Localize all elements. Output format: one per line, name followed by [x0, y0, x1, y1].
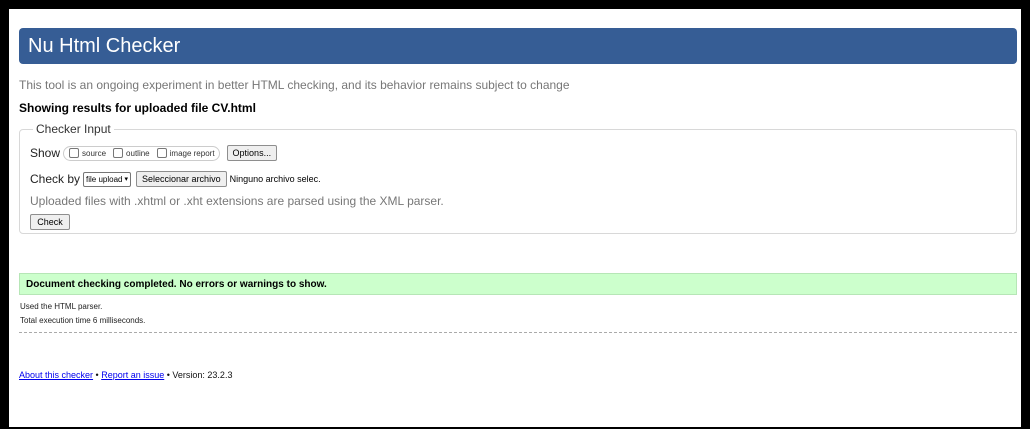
results-heading: Showing results for uploaded file CV.htm…: [19, 101, 256, 115]
intro-text: This tool is an ongoing experiment in be…: [19, 78, 570, 92]
footer: About this checker • Report an issue • V…: [19, 370, 1017, 380]
check-button[interactable]: Check: [30, 214, 70, 230]
window-frame-top: [0, 0, 1030, 9]
success-message: Document checking completed. No errors o…: [19, 273, 1017, 295]
xml-parser-note: Uploaded files with .xhtml or .xht exten…: [30, 194, 444, 208]
options-button[interactable]: Options...: [226, 145, 278, 161]
show-outline-checkbox[interactable]: [113, 148, 124, 158]
execution-time: Total execution time 6 milliseconds.: [20, 316, 146, 325]
file-status-text: Ninguno archivo selec.: [229, 174, 321, 184]
show-outline-option[interactable]: outline: [113, 148, 150, 158]
show-label: Show: [30, 146, 61, 160]
version-text: • Version: 23.2.3: [164, 370, 233, 380]
show-image-report-checkbox[interactable]: [156, 148, 167, 158]
window-frame-left: [0, 0, 9, 429]
chevron-down-icon: ▾: [124, 176, 129, 183]
checker-input-fieldset: Checker Input Show source outline image …: [19, 122, 1017, 234]
window-frame-right: [1021, 0, 1030, 429]
show-image-report-label: image report: [169, 148, 215, 158]
check-by-select[interactable]: file upload ▾: [83, 171, 132, 187]
show-source-checkbox[interactable]: [69, 148, 80, 158]
check-by-row: Check by file upload ▾ Seleccionar archi…: [30, 171, 1006, 187]
show-outline-label: outline: [126, 148, 150, 158]
show-options-group: source outline image report: [63, 145, 220, 161]
page-title: Nu Html Checker: [19, 28, 1017, 64]
footer-separator: •: [93, 370, 102, 380]
show-image-report-option[interactable]: image report: [156, 148, 215, 158]
about-checker-link[interactable]: About this checker: [19, 370, 93, 380]
file-select-button[interactable]: Seleccionar archivo: [136, 171, 227, 187]
check-by-label: Check by: [30, 172, 81, 186]
show-row: Show source outline image report Options…: [30, 144, 1006, 162]
show-source-label: source: [82, 148, 107, 158]
report-issue-link[interactable]: Report an issue: [101, 370, 164, 380]
checker-input-legend: Checker Input: [36, 122, 111, 136]
show-source-option[interactable]: source: [69, 148, 106, 158]
parser-note: Used the HTML parser.: [20, 302, 103, 311]
page-content: Nu Html Checker This tool is an ongoing …: [19, 28, 1017, 380]
results-divider: [19, 332, 1017, 333]
check-by-value: file upload: [86, 174, 123, 184]
